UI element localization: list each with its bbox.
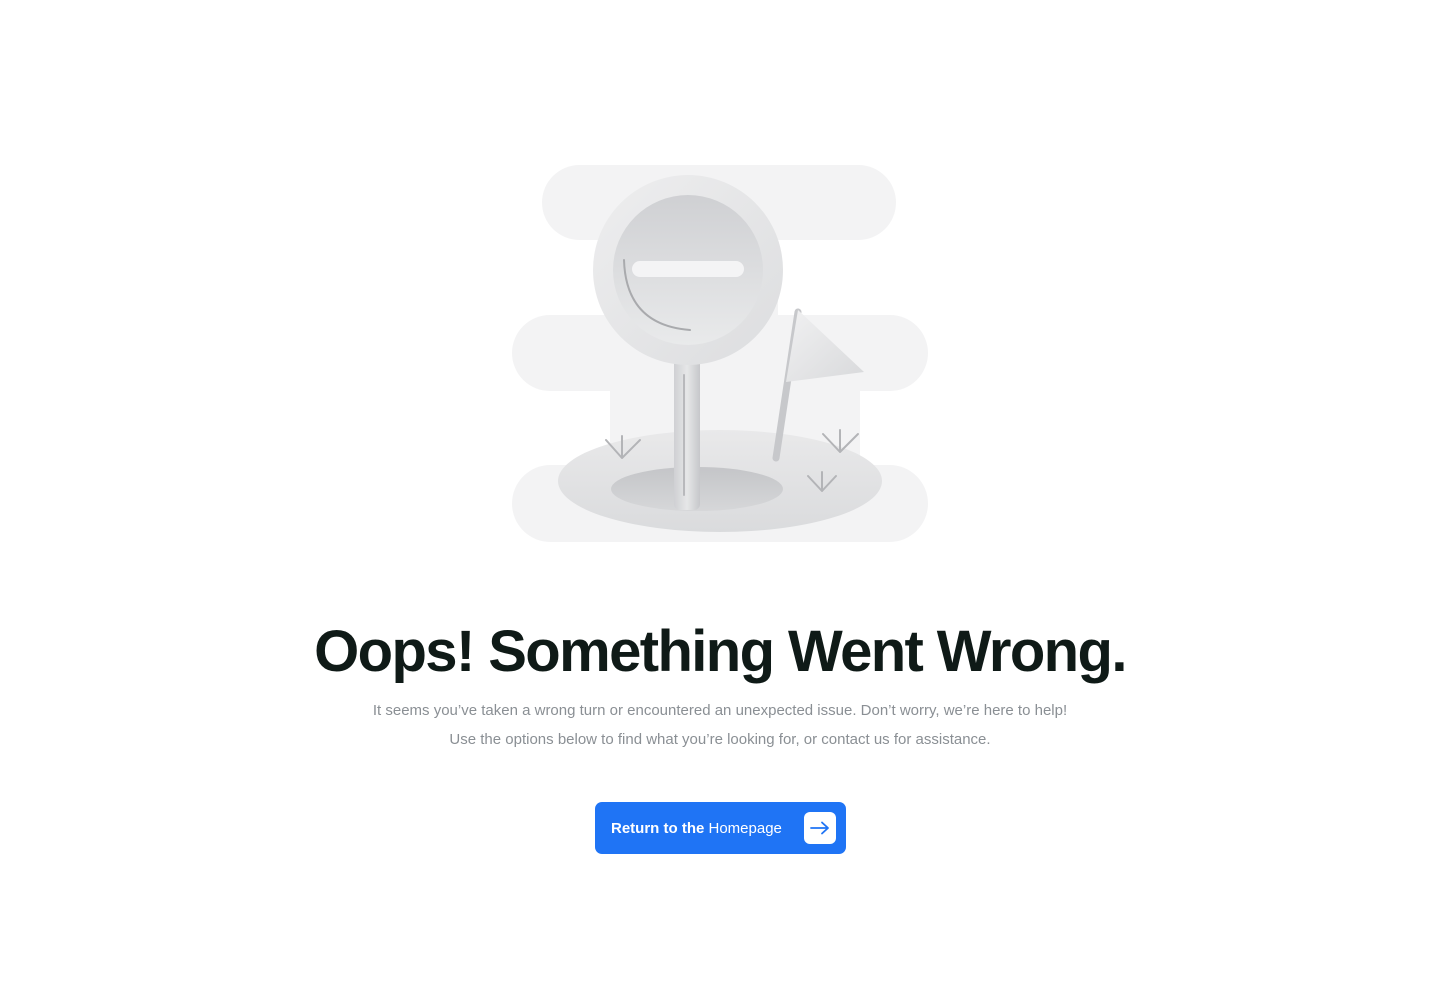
return-home-button-label: Return to the Homepage xyxy=(611,820,782,837)
sign-pole xyxy=(674,350,700,510)
return-home-button[interactable]: Return to the Homepage xyxy=(595,802,846,854)
arrow-right-icon xyxy=(804,812,836,844)
error-page: Oops! Something Went Wrong. It seems you… xyxy=(0,0,1440,1000)
no-entry-sign-illustration xyxy=(500,150,940,560)
sign-bar xyxy=(632,261,744,277)
return-home-label-strong: Return to the xyxy=(611,819,705,837)
error-description: It seems you’ve taken a wrong turn or en… xyxy=(372,702,1068,748)
return-home-label-light: Homepage xyxy=(704,819,782,837)
page-title: Oops! Something Went Wrong. xyxy=(314,619,1127,684)
